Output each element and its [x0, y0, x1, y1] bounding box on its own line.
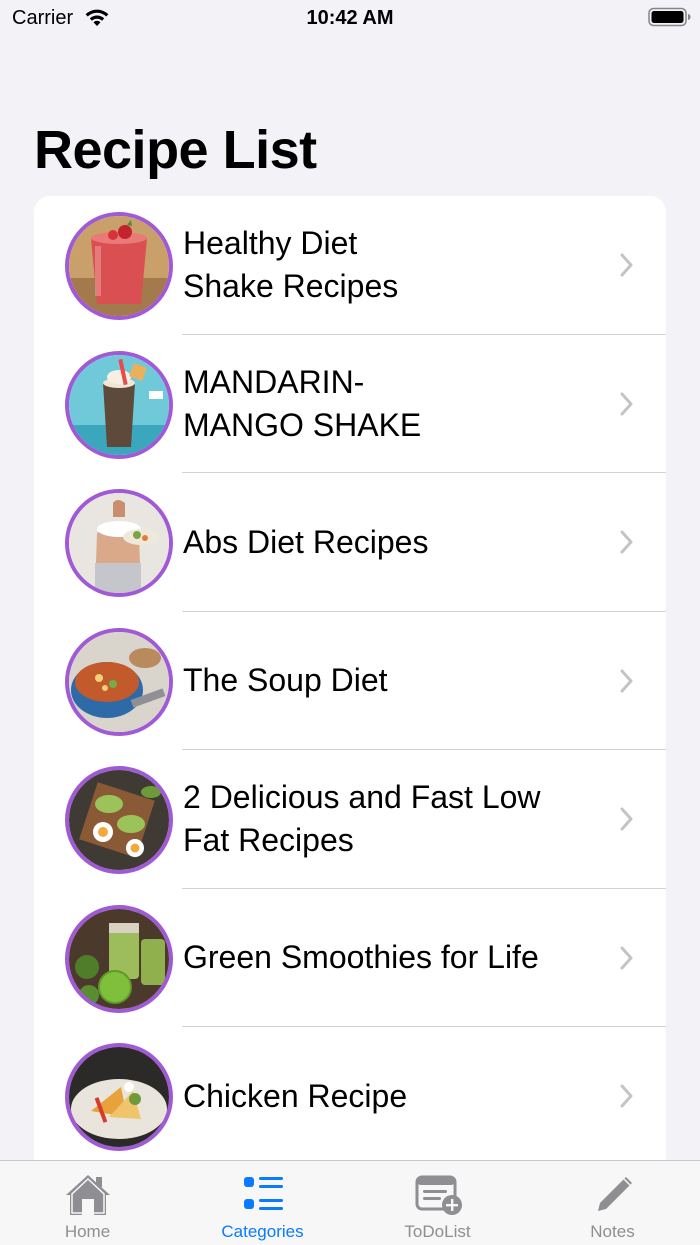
tab-bar: Home Categories ToDoList Notes	[0, 1160, 700, 1245]
list-icon	[243, 1177, 283, 1210]
list-item[interactable]: Green Smoothies for Life	[34, 889, 666, 1028]
recipe-thumbnail	[65, 904, 173, 1013]
pencil-icon	[597, 1177, 632, 1211]
todo-add-icon	[415, 1175, 462, 1215]
recipe-thumbnail	[65, 350, 173, 459]
recipe-thumbnail	[65, 766, 173, 874]
recipe-title: Chicken Recipe	[183, 1027, 603, 1166]
house-icon	[65, 1175, 110, 1215]
recipe-thumbnail	[65, 627, 173, 736]
chevron-right-icon	[620, 530, 633, 554]
recipe-title-line1: Chicken Recipe	[183, 1077, 408, 1114]
recipe-title: Green Smoothies for Life	[183, 889, 603, 1028]
chevron-right-icon	[620, 253, 633, 277]
tab-categories[interactable]: Categories	[175, 1161, 350, 1245]
recipe-title-line1: Healthy Diet	[183, 225, 358, 262]
recipe-title-line1: Abs Diet Recipes	[183, 523, 429, 560]
recipe-title-line2: MANGO SHAKE	[183, 406, 422, 443]
recipe-title: Abs Diet Recipes	[183, 473, 603, 612]
recipe-list: Healthy Diet Shake Recipes MANDARIN- MAN…	[34, 196, 666, 1176]
list-item[interactable]: Abs Diet Recipes	[34, 473, 666, 612]
recipe-title: MANDARIN- MANGO SHAKE	[183, 335, 603, 474]
tab-label: Categories	[221, 1222, 304, 1241]
status-bar: Carrier 10:42 AM	[0, 0, 700, 38]
tab-home[interactable]: Home	[0, 1161, 175, 1245]
recipe-thumbnail	[65, 489, 173, 597]
recipe-title-line1: MANDARIN-	[183, 363, 365, 400]
recipe-title: The Soup Diet	[183, 612, 603, 751]
chevron-right-icon	[620, 392, 633, 416]
chevron-right-icon	[620, 807, 633, 831]
recipe-title-line2: Shake Recipes	[183, 268, 399, 305]
list-item[interactable]: Healthy Diet Shake Recipes	[34, 196, 666, 335]
recipe-title-line2: Fat Recipes	[183, 822, 354, 859]
list-item[interactable]: MANDARIN- MANGO SHAKE	[34, 335, 666, 474]
status-time: 10:42 AM	[306, 7, 394, 29]
battery-icon	[648, 7, 691, 27]
page-title: Recipe List	[34, 120, 317, 180]
tab-label: ToDoList	[404, 1222, 471, 1241]
list-item[interactable]: Chicken Recipe	[34, 1027, 666, 1166]
list-item[interactable]: The Soup Diet	[34, 612, 666, 751]
tab-label: Notes	[590, 1222, 635, 1241]
tab-label: Home	[64, 1222, 111, 1241]
chevron-right-icon	[620, 946, 633, 970]
tab-todolist[interactable]: ToDoList	[350, 1161, 525, 1245]
recipe-title: Healthy Diet Shake Recipes	[183, 196, 603, 335]
list-item[interactable]: 2 Delicious and Fast Low Fat Recipes	[34, 750, 666, 889]
chevron-right-icon	[620, 1084, 633, 1108]
recipe-title-line1: Green Smoothies for Life	[183, 939, 539, 976]
recipe-title-line1: 2 Delicious and Fast Low	[183, 779, 541, 816]
tab-notes[interactable]: Notes	[525, 1161, 700, 1245]
chevron-right-icon	[620, 669, 633, 693]
recipe-title-line1: The Soup Diet	[183, 662, 388, 699]
recipe-thumbnail	[65, 1043, 173, 1151]
recipe-title: 2 Delicious and Fast Low Fat Recipes	[183, 750, 603, 889]
recipe-thumbnail	[65, 212, 173, 320]
